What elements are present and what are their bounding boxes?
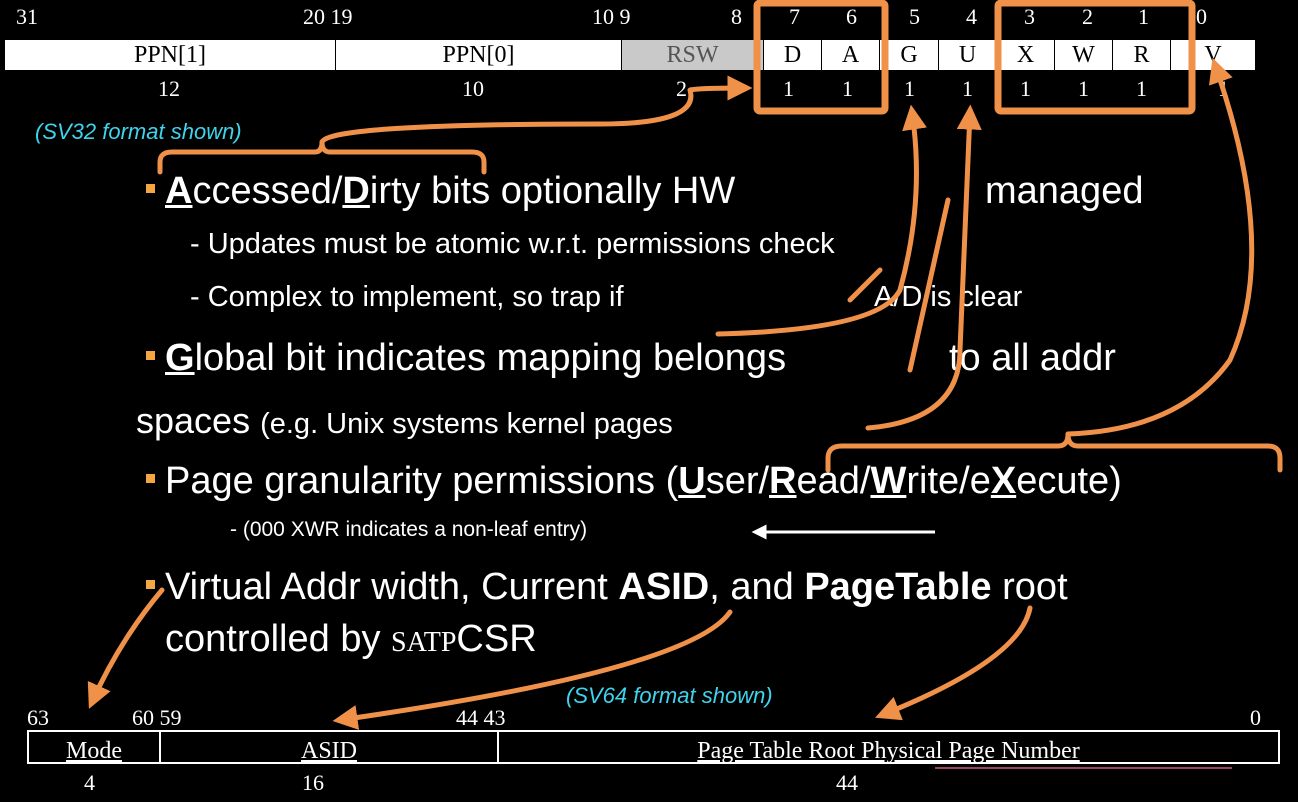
da-highlight-box — [753, 0, 889, 115]
slash-line-2 — [847, 267, 883, 303]
permissions-brace — [825, 431, 1283, 473]
asid-arrow — [332, 609, 733, 730]
ad-brace — [157, 139, 487, 175]
u-arrow — [865, 104, 982, 431]
xwr-arrow — [1065, 57, 1255, 437]
slash-line-1 — [907, 197, 951, 373]
xwr-highlight-box — [994, 0, 1196, 115]
annotation-overlay — [87, 0, 1283, 769]
g-arrow — [715, 104, 927, 337]
ad-arrow — [319, 75, 753, 145]
pagetable-arrow — [875, 605, 1033, 721]
mode-arrow — [87, 587, 165, 709]
